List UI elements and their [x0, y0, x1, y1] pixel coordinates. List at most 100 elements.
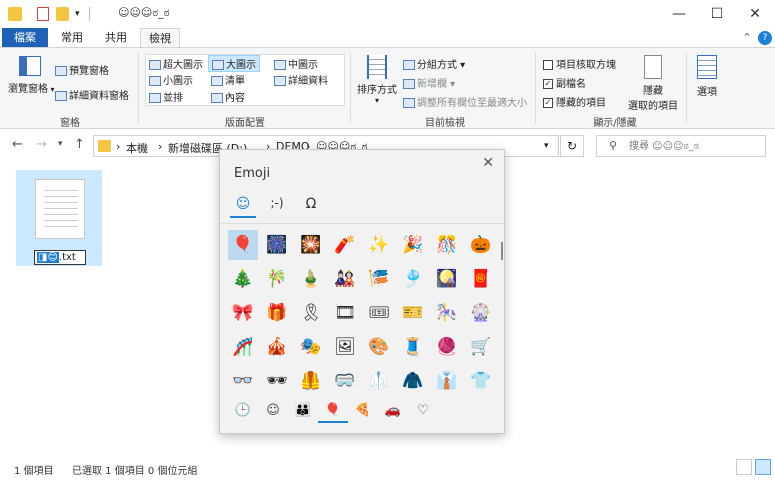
minimize-button[interactable]: —: [660, 0, 698, 28]
emoji-item[interactable]: 🎢: [228, 332, 258, 362]
category-balloon-icon[interactable]: 🎈: [318, 403, 348, 423]
close-icon[interactable]: ✕: [482, 155, 494, 171]
emoji-item[interactable]: 🎭: [296, 332, 326, 362]
recent-dropdown-icon[interactable]: ▾: [58, 139, 63, 149]
tab-file[interactable]: 檔案: [2, 28, 48, 48]
details-pane-button[interactable]: 詳細資料窗格: [55, 87, 129, 102]
emoji-item[interactable]: 🎊: [432, 230, 462, 260]
small-icons-icon: [149, 76, 161, 86]
emoji-item[interactable]: 🎇: [296, 230, 326, 260]
emoji-item[interactable]: 🎎: [330, 264, 360, 294]
emoji-item[interactable]: 🎞: [330, 298, 360, 328]
layout-extra-large[interactable]: 超大圖示: [149, 56, 203, 71]
search-input[interactable]: [627, 138, 761, 154]
emoji-item[interactable]: 🕶: [262, 366, 292, 396]
tab-view[interactable]: 檢視: [140, 28, 180, 48]
size-all-columns-button[interactable]: 調整所有欄位至最適大小: [403, 94, 527, 109]
options-button[interactable]: 選項: [692, 52, 722, 98]
emoji-item[interactable]: 🧥: [398, 366, 428, 396]
emoji-item[interactable]: 🧵: [398, 332, 428, 362]
emoji-item[interactable]: 🦺: [296, 366, 326, 396]
item-checkboxes-toggle[interactable]: 項目核取方塊: [543, 56, 616, 71]
details-view-icon[interactable]: [736, 459, 752, 475]
emoji-item[interactable]: 🎟: [364, 298, 394, 328]
emoji-item[interactable]: 🎁: [262, 298, 292, 328]
scrollbar[interactable]: [501, 242, 503, 260]
maximize-button[interactable]: ☐: [698, 0, 736, 28]
emoji-item[interactable]: 🎪: [262, 332, 292, 362]
add-columns-button[interactable]: 新增欄 ▾: [403, 75, 455, 90]
emoji-item[interactable]: 🎆: [262, 230, 292, 260]
tab-kaomoji[interactable]: ;-): [264, 196, 290, 218]
group-by-button[interactable]: 分組方式 ▾: [403, 56, 465, 71]
emoji-item[interactable]: 🎑: [432, 264, 462, 294]
refresh-button[interactable]: ↻: [560, 135, 584, 157]
file-item[interactable]: ◨😊.txt: [16, 170, 102, 266]
search-box[interactable]: ⚲: [596, 135, 766, 157]
close-button[interactable]: ✕: [736, 0, 774, 28]
category-recent-icon[interactable]: 🕒: [228, 403, 258, 423]
nav-pane-button[interactable]: 瀏覽窗格 ▾: [8, 52, 55, 95]
properties-icon[interactable]: [37, 7, 49, 21]
emoji-item[interactable]: 🎃: [466, 230, 496, 260]
layout-small[interactable]: 小圖示: [149, 72, 193, 87]
large-icons-view-icon[interactable]: [755, 459, 771, 475]
emoji-item[interactable]: 👓: [228, 366, 258, 396]
emoji-item[interactable]: 🎐: [398, 264, 428, 294]
layout-content[interactable]: 內容: [211, 89, 245, 104]
back-arrow-icon[interactable]: ←: [12, 137, 23, 152]
emoji-item[interactable]: 🧶: [432, 332, 462, 362]
category-heart-icon[interactable]: ♡: [408, 403, 438, 423]
layout-details[interactable]: 詳細資料: [274, 72, 328, 87]
category-car-icon[interactable]: 🚗: [378, 403, 408, 423]
emoji-item[interactable]: 🥼: [364, 366, 394, 396]
tab-home[interactable]: 常用: [52, 28, 92, 48]
emoji-item[interactable]: 🛒: [466, 332, 496, 362]
nav-pane-icon: [19, 56, 41, 76]
sort-by-button[interactable]: 排序方式 ▾: [355, 52, 399, 105]
preview-pane-button[interactable]: 預覽窗格: [55, 62, 109, 77]
emoji-item[interactable]: 🎈: [228, 230, 258, 260]
emoji-item[interactable]: 🎄: [228, 264, 258, 294]
layout-medium[interactable]: 中圖示: [274, 56, 318, 71]
layout-large[interactable]: 大圖示: [208, 55, 260, 72]
emoji-item[interactable]: 👕: [466, 366, 496, 396]
emoji-item[interactable]: 🎠: [432, 298, 462, 328]
emoji-item[interactable]: 🎏: [364, 264, 394, 294]
emoji-item[interactable]: 🎡: [466, 298, 496, 328]
category-people-icon[interactable]: 👪: [288, 403, 318, 423]
emoji-item[interactable]: 🎉: [398, 230, 428, 260]
emoji-item[interactable]: 🎨: [364, 332, 394, 362]
hidden-items-toggle[interactable]: ✓ 隱藏的項目: [543, 94, 606, 109]
emoji-item[interactable]: 🎫: [398, 298, 428, 328]
up-arrow-icon[interactable]: ↑: [74, 137, 85, 152]
emoji-item[interactable]: 🎗: [296, 298, 326, 328]
tab-share[interactable]: 共用: [96, 28, 136, 48]
tab-emoji[interactable]: ☺: [230, 196, 256, 218]
folder-icon[interactable]: [8, 7, 22, 21]
qat-dropdown-icon[interactable]: ▾: [75, 7, 80, 21]
rename-field[interactable]: ◨😊.txt: [34, 250, 86, 265]
emoji-item[interactable]: 🥽: [330, 366, 360, 396]
breadcrumb-this-pc[interactable]: 本機: [126, 140, 148, 156]
emoji-item[interactable]: 👔: [432, 366, 462, 396]
layout-list[interactable]: 清單: [211, 72, 245, 87]
category-smiley-icon[interactable]: ☺: [258, 403, 288, 423]
emoji-item[interactable]: 🎍: [296, 264, 326, 294]
new-folder-icon[interactable]: [56, 7, 69, 21]
emoji-item[interactable]: 🧨: [330, 230, 360, 260]
ribbon-collapse-icon[interactable]: ⌃: [740, 28, 754, 48]
hide-selected-button[interactable]: 隱藏 選取的項目: [625, 52, 681, 112]
emoji-item[interactable]: ✨: [364, 230, 394, 260]
file-extensions-toggle[interactable]: ✓ 副檔名: [543, 75, 586, 90]
category-food-icon[interactable]: 🍕: [348, 403, 378, 423]
emoji-item[interactable]: 🧧: [466, 264, 496, 294]
address-dropdown-icon[interactable]: ▾: [544, 141, 549, 151]
tab-symbols[interactable]: Ω: [298, 196, 324, 218]
help-icon[interactable]: ?: [758, 31, 772, 45]
layout-tiles[interactable]: 並排: [149, 89, 183, 104]
emoji-item[interactable]: 🎋: [262, 264, 292, 294]
emoji-item[interactable]: 🖼: [330, 332, 360, 362]
emoji-item[interactable]: 🎀: [228, 298, 258, 328]
forward-arrow-icon[interactable]: →: [36, 137, 47, 152]
